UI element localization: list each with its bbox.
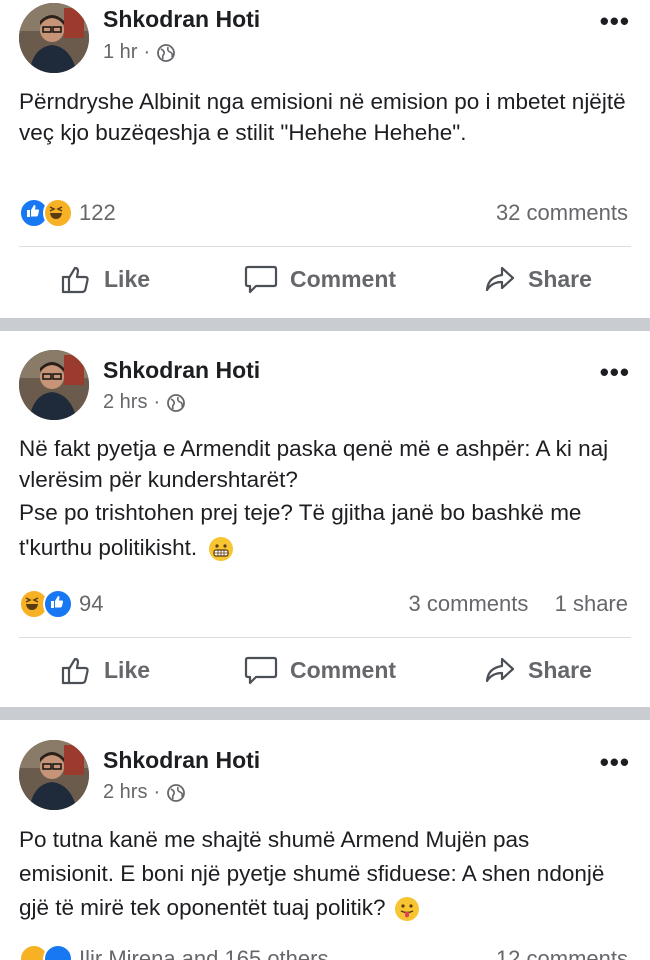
share-label: Share — [528, 656, 592, 683]
comment-icon — [244, 265, 278, 294]
post-separator — [0, 707, 650, 720]
post-text: Në fakt pyetja e Armendit paska qenë më … — [19, 433, 629, 565]
globe-icon — [167, 783, 186, 802]
meta-dot: · — [153, 391, 161, 413]
meta-dot: · — [143, 41, 151, 63]
post-2: Shkodran Hoti 2 hrs · ••• Në fakt pyetja… — [0, 331, 650, 707]
post-time[interactable]: 2 hrs — [103, 781, 147, 804]
post-text: Po tutna kanë me shajtë shumë Armend Muj… — [19, 823, 629, 925]
post-stats: 3 comments 1 share — [409, 591, 628, 617]
thumbs-up-icon — [61, 266, 89, 294]
reactions-summary[interactable]: 122 — [19, 198, 116, 228]
post-meta: 2 hrs · — [103, 781, 186, 804]
reactions-summary[interactable]: Ilir Mirena and 165 others — [19, 944, 328, 960]
thumbs-up-icon — [61, 657, 89, 685]
post-meta: 2 hrs · — [103, 391, 186, 414]
share-icon — [485, 657, 515, 683]
more-options-button[interactable]: ••• — [600, 6, 630, 37]
comment-count[interactable]: 3 comments — [409, 591, 529, 616]
post-3: Shkodran Hoti 2 hrs · ••• Po tutna kanë … — [0, 720, 650, 960]
like-button[interactable]: Like — [60, 654, 150, 686]
like-button[interactable]: Like — [60, 263, 150, 295]
comment-label: Comment — [290, 656, 397, 683]
like-label: Like — [104, 265, 151, 292]
share-count[interactable]: 1 share — [555, 591, 628, 616]
globe-icon — [167, 393, 186, 412]
like-reaction-icon — [43, 589, 73, 619]
author-name[interactable]: Shkodran Hoti — [103, 6, 260, 33]
divider — [19, 637, 631, 638]
comment-button[interactable]: Comment — [244, 263, 396, 295]
post-separator — [0, 318, 650, 331]
tongue-emoji — [395, 897, 420, 922]
post-text-line: Në fakt pyetja e Armendit paska qenë më … — [19, 436, 609, 492]
reaction-names: Ilir Mirena and 165 others — [79, 946, 329, 960]
reaction-count: 94 — [79, 591, 104, 616]
share-button[interactable]: Share — [484, 654, 592, 686]
comment-count[interactable]: 32 comments — [496, 200, 628, 226]
reactions-summary[interactable]: 94 — [19, 589, 103, 619]
grimacing-emoji — [209, 537, 234, 562]
post-time[interactable]: 2 hrs — [103, 391, 147, 414]
comment-icon — [244, 656, 278, 685]
share-label: Share — [528, 265, 592, 292]
comment-count[interactable]: 12 comments — [496, 946, 628, 960]
post-time[interactable]: 1 hr — [103, 41, 137, 64]
haha-reaction-icon — [43, 198, 73, 228]
globe-icon — [157, 43, 176, 62]
post-text-line: Po tutna kanë me shajtë shumë Armend Muj… — [19, 827, 605, 922]
comment-button[interactable]: Comment — [244, 654, 396, 686]
more-options-button[interactable]: ••• — [600, 357, 630, 388]
divider — [19, 246, 631, 247]
post-text: Përndryshe Albinit nga emisioni në emisi… — [19, 86, 629, 148]
avatar[interactable] — [19, 350, 89, 420]
post-meta: 1 hr · — [103, 41, 176, 64]
share-icon — [485, 266, 515, 292]
more-options-button[interactable]: ••• — [600, 747, 630, 778]
like-label: Like — [104, 656, 151, 683]
reaction-count: 122 — [79, 200, 116, 225]
avatar[interactable] — [19, 740, 89, 810]
author-name[interactable]: Shkodran Hoti — [103, 747, 260, 774]
post-1: Shkodran Hoti 1 hr · ••• Përndryshe Albi… — [0, 0, 650, 318]
post-actions: Like Comment Share — [0, 654, 650, 694]
share-button[interactable]: Share — [484, 263, 592, 295]
meta-dot: · — [153, 781, 161, 803]
author-name[interactable]: Shkodran Hoti — [103, 357, 260, 384]
post-text-line: Përndryshe Albinit nga emisioni në emisi… — [19, 89, 626, 145]
post-actions: Like Comment Share — [0, 263, 650, 303]
post-text-line: Pse po trishtohen prej teje? Të gjitha j… — [19, 500, 582, 562]
comment-label: Comment — [290, 265, 397, 292]
like-reaction-icon — [43, 944, 73, 960]
avatar[interactable] — [19, 3, 89, 73]
